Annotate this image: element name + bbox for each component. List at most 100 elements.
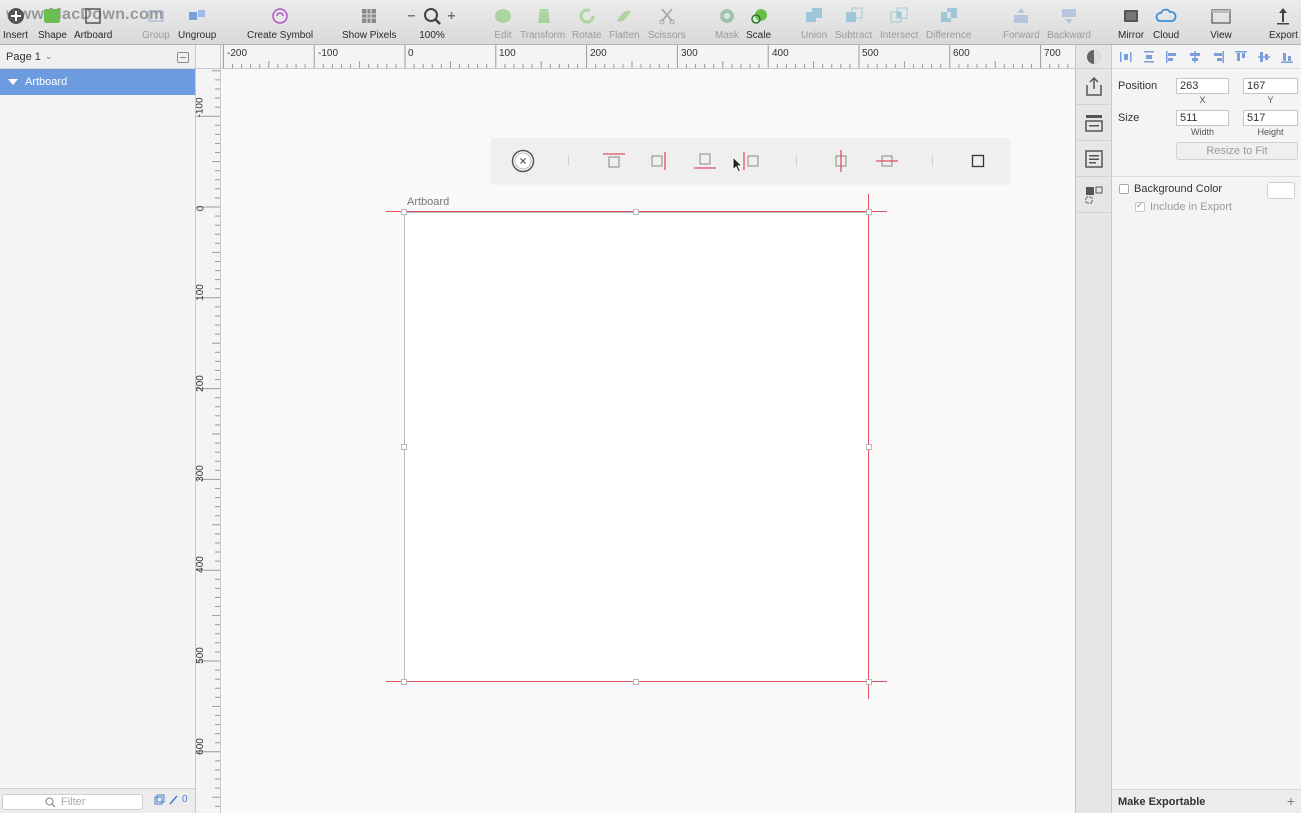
y-label: Y <box>1267 95 1274 105</box>
insert-button[interactable]: Insert <box>3 5 28 43</box>
intersect-button[interactable]: Intersect <box>880 5 918 43</box>
ruler-corner <box>196 45 221 69</box>
page-selector-label: Page 1 <box>6 50 41 63</box>
resize-to-fit-button[interactable]: Resize to Fit <box>1176 142 1298 160</box>
align-horizontal-center-icon <box>1190 50 1200 63</box>
resize-handle-bottom-left[interactable] <box>401 679 407 685</box>
view-button[interactable]: View <box>1210 5 1232 43</box>
ruler-label: 0 <box>408 48 414 59</box>
width-label: Width <box>1190 127 1214 137</box>
rotate-button[interactable]: Rotate <box>572 5 601 43</box>
layer-item-label: Artboard <box>25 76 68 88</box>
resize-handle-bottom[interactable] <box>633 679 639 685</box>
zoom-control[interactable]: 100% <box>404 5 460 43</box>
shape-button[interactable]: Shape <box>38 5 67 43</box>
align-center-vertical-button[interactable] <box>829 149 853 173</box>
make-exportable-button[interactable]: Make Exportable + <box>1112 789 1301 813</box>
subtract-icon <box>843 5 865 27</box>
resize-handle-top-left[interactable] <box>401 209 407 215</box>
resize-handle-left[interactable] <box>401 444 407 450</box>
horizontal-ruler[interactable]: -200 -100 0 100 200 300 400 500 600 700 <box>196 45 1075 69</box>
artboard-button[interactable]: Artboard <box>74 5 112 43</box>
position-label: Position <box>1118 80 1158 92</box>
mask-icon <box>716 5 738 27</box>
scale-button[interactable]: Scale <box>746 5 771 43</box>
resize-handle-bottom-right[interactable] <box>866 679 872 685</box>
scissors-icon <box>656 5 678 27</box>
subtract-button[interactable]: Subtract <box>835 5 872 43</box>
mirror-button[interactable]: Mirror <box>1118 5 1144 43</box>
export-button[interactable]: Export <box>1269 5 1298 43</box>
resize-handle-top-right[interactable] <box>866 209 872 215</box>
group-button[interactable]: Group <box>142 5 170 43</box>
background-color-checkbox[interactable] <box>1119 184 1129 194</box>
align-top-button[interactable] <box>602 149 626 173</box>
align-top-objects-button[interactable] <box>1233 49 1249 65</box>
height-field[interactable]: 517 <box>1243 110 1298 126</box>
filter-input[interactable]: Filter <box>2 794 143 810</box>
resize-handle-top[interactable] <box>633 209 639 215</box>
text-styles-button[interactable] <box>1076 141 1112 177</box>
symbols-filter-icon[interactable] <box>154 794 165 805</box>
edit-button[interactable]: Edit <box>492 5 514 43</box>
cloud-button[interactable]: Cloud <box>1153 5 1179 43</box>
close-toolbar-button[interactable] <box>511 149 535 173</box>
collapse-pages-button[interactable] <box>177 52 189 63</box>
background-color-label: Background Color <box>1134 183 1223 195</box>
create-symbol-button[interactable]: Create Symbol <box>247 5 313 43</box>
show-pixels-button[interactable]: Show Pixels <box>342 5 396 43</box>
align-right-objects-button[interactable] <box>1210 49 1226 65</box>
mask-button[interactable]: Mask <box>715 5 739 43</box>
align-right-button[interactable] <box>647 149 671 173</box>
align-center-horizontal-button[interactable] <box>875 149 899 173</box>
distribute-vertical-icon <box>1144 50 1154 62</box>
distribute-horizontal-button[interactable] <box>1118 49 1134 65</box>
page-selector[interactable]: Page 1 ⌄ <box>0 45 195 69</box>
transform-button[interactable]: Transform <box>520 5 565 43</box>
include-in-export-checkbox[interactable] <box>1135 200 1145 212</box>
align-bottom-button[interactable] <box>693 149 717 173</box>
share-button[interactable] <box>1076 69 1112 105</box>
ruler-label: 300 <box>681 48 698 59</box>
background-color-well[interactable] <box>1267 182 1295 199</box>
width-field[interactable]: 511 <box>1176 110 1229 126</box>
flatten-button[interactable]: Flatten <box>609 5 640 43</box>
symbols-button[interactable] <box>1076 177 1112 213</box>
inspector-tool-strip <box>1075 45 1112 813</box>
inspector-toggle-button[interactable] <box>1076 45 1112 69</box>
align-top-objects-icon <box>1235 50 1247 61</box>
union-button[interactable]: Union <box>801 5 827 43</box>
artboard-title[interactable]: Artboard <box>407 196 449 208</box>
shape-icon <box>41 5 63 27</box>
vertical-ruler[interactable]: -100 0 100 200 300 400 500 600 <box>196 69 221 813</box>
edited-filter-icon[interactable] <box>168 794 179 805</box>
canvas[interactable]: Artboard <box>221 69 1075 813</box>
layout-button[interactable] <box>1076 105 1112 141</box>
frame-button[interactable] <box>966 149 990 173</box>
layer-item-artboard[interactable]: Artboard <box>0 69 195 95</box>
chevron-down-icon: ⌄ <box>44 51 53 61</box>
edit-icon <box>492 5 514 27</box>
disclosure-triangle-icon[interactable] <box>8 79 18 85</box>
difference-button[interactable]: Difference <box>926 5 971 43</box>
position-y-field[interactable]: 167 <box>1243 78 1298 94</box>
scissors-button[interactable]: Scissors <box>648 5 686 43</box>
ungroup-button[interactable]: Ungroup <box>178 5 216 43</box>
align-vertical-center-button[interactable] <box>1256 49 1272 65</box>
main-toolbar: www.MacDown.com Insert Shape Artboard Gr… <box>0 0 1301 45</box>
backward-button[interactable]: Backward <box>1047 5 1091 43</box>
position-x-field[interactable]: 263 <box>1176 78 1229 94</box>
align-horizontal-center-button[interactable] <box>1187 49 1203 65</box>
resize-handle-right[interactable] <box>866 444 872 450</box>
ruler-label: 500 <box>196 647 206 664</box>
plus-icon[interactable]: + <box>1287 793 1295 809</box>
artboard[interactable] <box>404 212 869 682</box>
distribute-vertical-button[interactable] <box>1141 49 1157 65</box>
ruler-label: 400 <box>772 48 789 59</box>
show-pixels-icon <box>358 5 380 27</box>
forward-button[interactable]: Forward <box>1003 5 1040 43</box>
align-bottom-objects-button[interactable] <box>1279 49 1295 65</box>
backward-icon <box>1058 5 1080 27</box>
search-icon <box>45 797 56 808</box>
align-left-objects-button[interactable] <box>1164 49 1180 65</box>
